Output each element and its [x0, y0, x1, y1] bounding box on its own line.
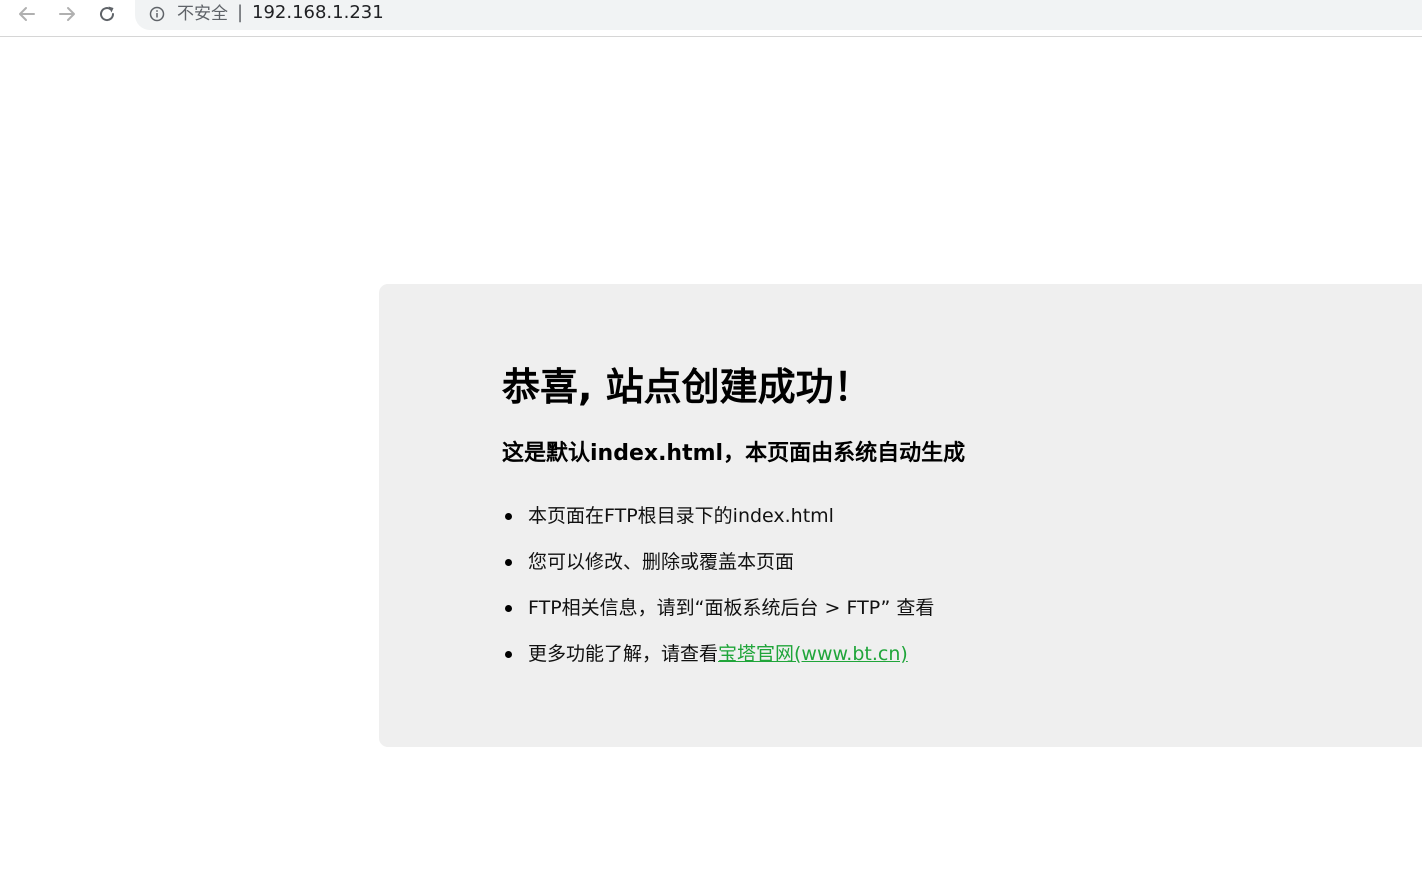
bullet-icon [505, 559, 512, 566]
list-item: FTP相关信息，请到“面板系统后台 > FTP” 查看 [502, 593, 934, 639]
list-item-text: 更多功能了解，请查看 [528, 643, 719, 665]
url-separator: | [237, 2, 244, 23]
list-item-text: 您可以修改、删除或覆盖本页面 [528, 551, 795, 573]
list-item: 您可以修改、删除或覆盖本页面 [502, 547, 934, 593]
arrow-left-icon [19, 7, 35, 21]
list-item: 本页面在FTP根目录下的index.html [502, 501, 934, 547]
bullet-icon [505, 513, 512, 520]
info-circle-icon[interactable] [149, 6, 165, 22]
address-bar[interactable]: 不安全 | 192.168.1.231 [135, 0, 1422, 30]
bullet-icon [505, 605, 512, 612]
page-title: 恭喜, 站点创建成功！ [502, 365, 872, 409]
reload-icon [100, 6, 115, 22]
arrow-right-icon [59, 7, 75, 21]
page-subtitle: 这是默认index.html，本页面由系统自动生成 [502, 441, 966, 466]
bt-website-link[interactable]: 宝塔官网(www.bt.cn) [718, 643, 908, 665]
reload-button[interactable] [91, 0, 123, 28]
list-item-text: 本页面在FTP根目录下的index.html [528, 505, 834, 527]
browser-toolbar: 不安全 | 192.168.1.231 [0, 0, 1422, 37]
back-button[interactable] [11, 0, 43, 28]
info-list: 本页面在FTP根目录下的index.html 您可以修改、删除或覆盖本页面 FT… [502, 501, 934, 685]
security-status-label[interactable]: 不安全 [177, 4, 228, 24]
forward-button[interactable] [51, 0, 83, 28]
list-item: 更多功能了解，请查看宝塔官网(www.bt.cn) [502, 639, 934, 685]
url-text[interactable]: 192.168.1.231 [252, 3, 384, 23]
welcome-card: 恭喜, 站点创建成功！ 这是默认index.html，本页面由系统自动生成 本页… [379, 284, 1422, 747]
list-item-text: FTP相关信息，请到“面板系统后台 > FTP” 查看 [528, 597, 935, 619]
bullet-icon [505, 651, 512, 658]
